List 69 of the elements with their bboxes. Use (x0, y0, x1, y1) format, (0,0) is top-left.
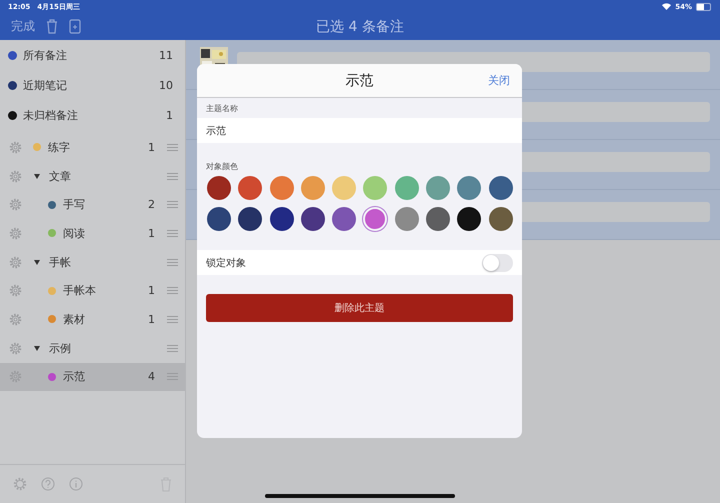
tag-row[interactable]: 练字 1 (0, 133, 185, 162)
info-icon[interactable] (69, 477, 83, 491)
tag-row[interactable]: 文章 (0, 162, 185, 190)
settings-icon[interactable] (9, 342, 22, 355)
color-swatch[interactable] (426, 176, 450, 200)
tag-row[interactable]: 手写 2 (0, 190, 185, 220)
settings-icon[interactable] (9, 170, 22, 183)
drag-handle-icon[interactable] (167, 373, 178, 380)
color-swatch[interactable] (363, 176, 388, 200)
drag-handle-icon[interactable] (167, 144, 178, 151)
settings-icon[interactable] (9, 284, 22, 298)
tag-row[interactable]: 示范 4 (0, 362, 185, 392)
sidebar-item[interactable]: 未归档备注 1 (0, 100, 185, 130)
disclosure-triangle-icon[interactable] (34, 174, 40, 179)
lock-label: 锁定对象 (206, 256, 246, 270)
drag-handle-icon[interactable] (167, 258, 178, 266)
settings-icon[interactable] (9, 256, 22, 269)
color-swatch[interactable] (457, 207, 482, 231)
tag-row[interactable]: 素材 1 (0, 305, 185, 334)
color-swatch[interactable] (300, 207, 325, 231)
name-field[interactable]: 示范 (197, 118, 522, 143)
disclosure-triangle-icon[interactable] (34, 346, 40, 351)
color-swatch[interactable] (488, 176, 513, 200)
settings-icon[interactable] (9, 370, 22, 384)
color-swatch[interactable] (270, 176, 294, 200)
lock-toggle[interactable] (482, 254, 513, 272)
color-swatch[interactable] (300, 176, 325, 200)
disclosure-triangle-icon[interactable] (34, 260, 40, 265)
tag-row[interactable]: 示例 (0, 334, 185, 362)
drag-handle-icon[interactable] (167, 344, 178, 352)
color-swatch[interactable] (270, 207, 294, 231)
color-swatch[interactable] (457, 176, 482, 200)
color-swatch[interactable] (488, 207, 513, 231)
settings-icon[interactable] (9, 140, 22, 154)
color-swatch[interactable] (207, 176, 231, 200)
settings-icon[interactable] (9, 312, 22, 326)
tag-row[interactable]: 手帐 (0, 248, 185, 276)
section-label: 主题名称 (206, 103, 238, 115)
battery-icon (696, 2, 711, 10)
drag-handle-icon[interactable] (167, 201, 178, 208)
tag-row[interactable]: 手帐本 1 (0, 276, 185, 306)
tag-row[interactable]: 阅读 1 (0, 219, 185, 248)
wifi-icon (662, 3, 672, 10)
color-swatch[interactable] (238, 207, 262, 231)
section-label: 对象颜色 (206, 161, 238, 173)
color-swatch[interactable] (332, 176, 356, 200)
drag-handle-icon[interactable] (167, 172, 178, 180)
drag-handle-icon[interactable] (167, 316, 178, 323)
drag-handle-icon[interactable] (167, 230, 178, 237)
close-button[interactable]: 关闭 (488, 73, 510, 88)
drag-handle-icon[interactable] (167, 287, 178, 294)
settings-icon[interactable] (13, 477, 27, 491)
sidebar-item[interactable]: 所有备注 11 (0, 40, 185, 70)
help-icon[interactable] (41, 477, 55, 491)
color-swatch[interactable] (363, 207, 388, 231)
nav-title: 已选 4 条备注 (316, 18, 404, 36)
color-swatch[interactable] (394, 176, 419, 200)
dialog-title: 示范 (346, 72, 374, 90)
color-swatch[interactable] (332, 207, 356, 231)
sidebar-item[interactable]: 近期笔记 10 (0, 70, 185, 100)
trash-icon[interactable] (46, 19, 58, 34)
color-swatch[interactable] (207, 207, 231, 231)
color-swatch[interactable] (394, 207, 419, 231)
settings-icon[interactable] (9, 226, 22, 240)
settings-icon[interactable] (9, 198, 22, 212)
color-swatch[interactable] (238, 176, 262, 200)
delete-button[interactable]: 删除此主题 (206, 294, 513, 322)
color-swatch[interactable] (426, 207, 450, 231)
document-icon[interactable] (69, 19, 81, 34)
